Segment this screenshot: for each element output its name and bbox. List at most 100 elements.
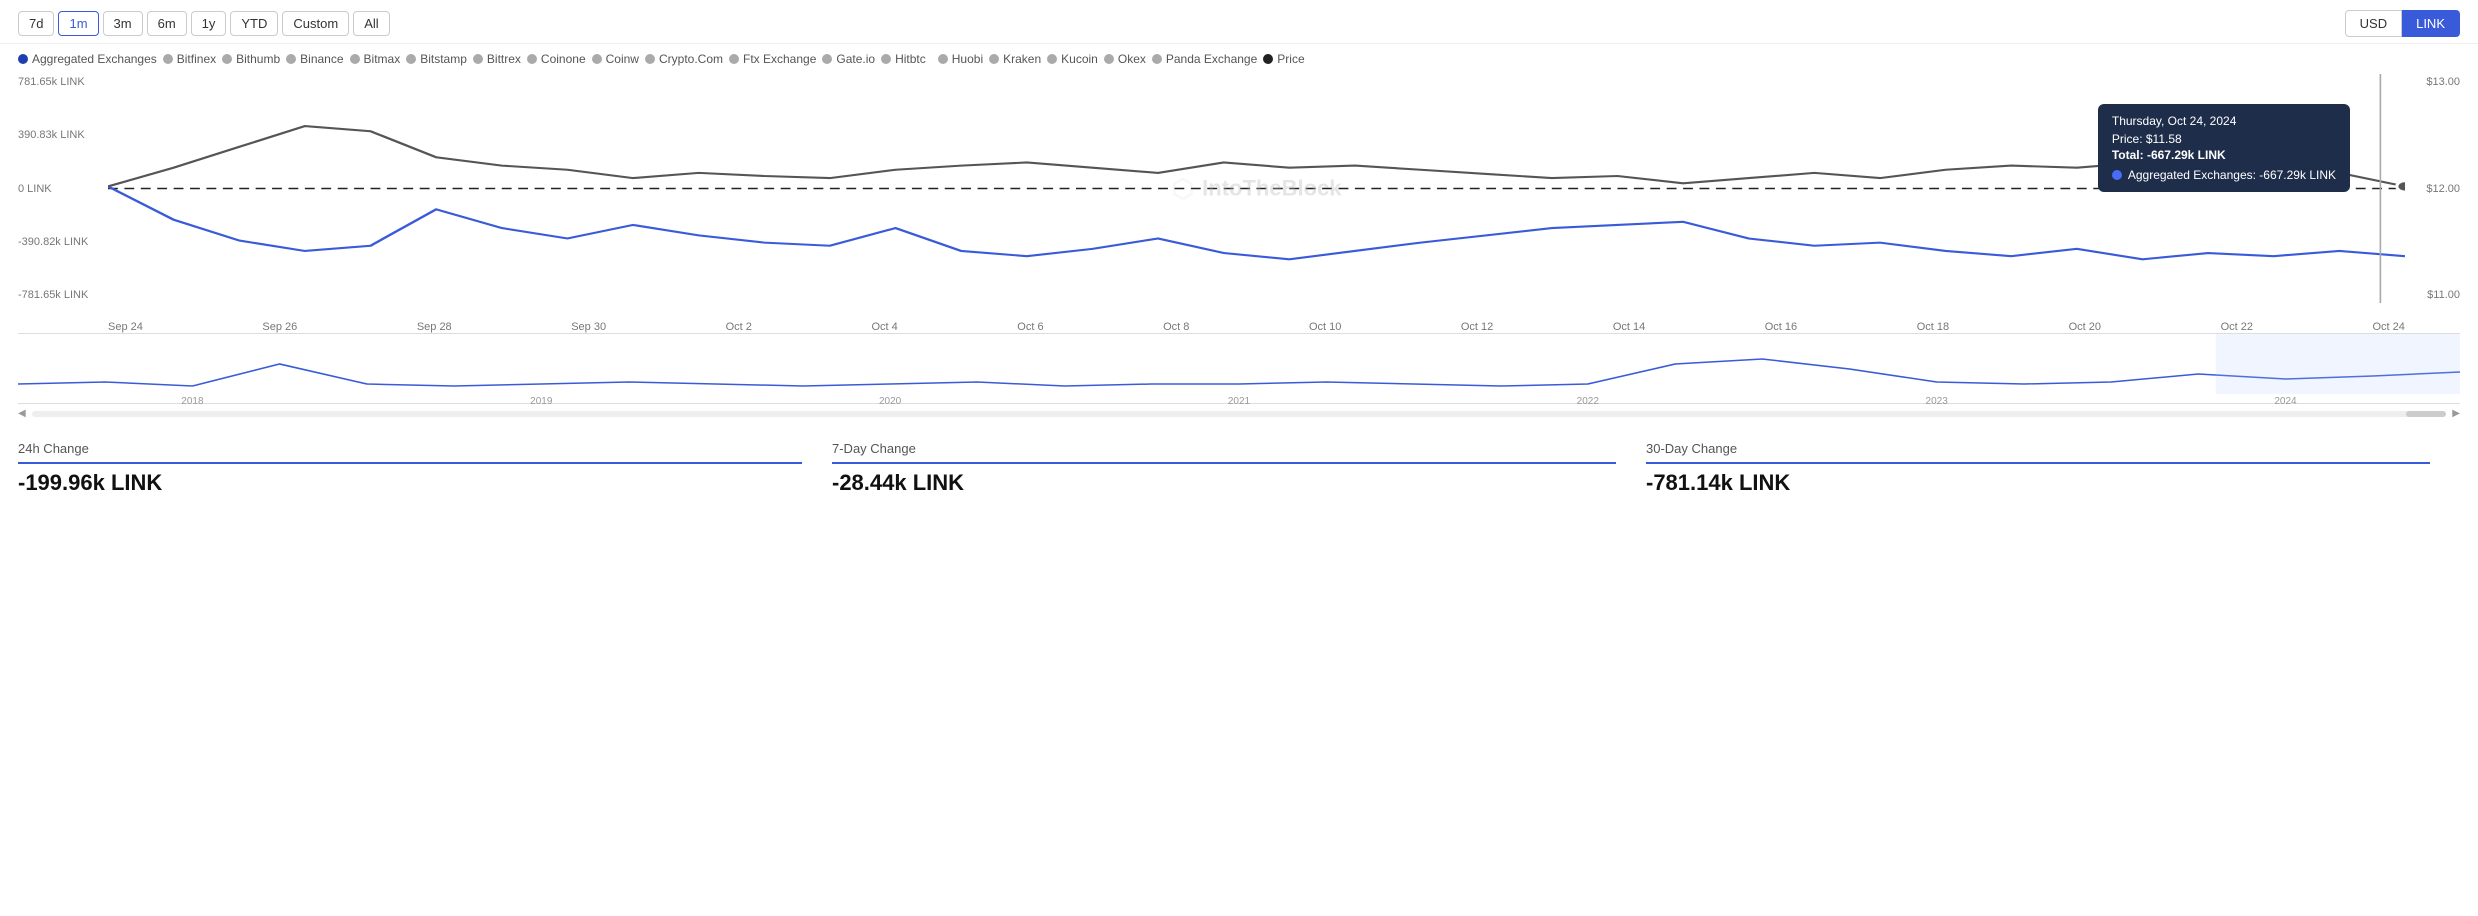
mini-chart: 2018 2019 2020 2021 2022 2023 2024	[18, 334, 2460, 404]
scroll-thumb[interactable]	[2406, 411, 2446, 417]
x-label-5: Oct 4	[871, 321, 897, 333]
legend-dot-panda	[1152, 54, 1162, 64]
stat-30d-value: -781.14k LINK	[1646, 470, 2430, 496]
legend-huobi[interactable]: Huobi	[938, 52, 983, 66]
btn-ytd[interactable]: YTD	[230, 11, 278, 36]
legend-label-bittrex: Bittrex	[487, 52, 521, 66]
legend-label-price: Price	[1277, 52, 1304, 66]
x-label-3: Sep 30	[571, 321, 606, 333]
y-label-r1: $12.00	[2405, 183, 2460, 195]
stat-7d-value: -28.44k LINK	[832, 470, 1616, 496]
y-label-3: -390.82k LINK	[18, 236, 108, 248]
btn-usd[interactable]: USD	[2345, 10, 2402, 37]
scroll-track[interactable]	[32, 411, 2447, 417]
legend-kraken[interactable]: Kraken	[989, 52, 1041, 66]
legend-label-bithumb: Bithumb	[236, 52, 280, 66]
tooltip-box: Thursday, Oct 24, 2024 Price: $11.58 Tot…	[2098, 104, 2350, 192]
legend-aggregated[interactable]: Aggregated Exchanges	[18, 52, 157, 66]
legend-price[interactable]: Price	[1263, 52, 1304, 66]
mini-x-2022: 2022	[1577, 396, 1599, 407]
time-buttons: 7d 1m 3m 6m 1y YTD Custom All	[18, 11, 390, 36]
scroll-left-arrow[interactable]: ◀	[18, 408, 26, 419]
legend-label-hitbtc: Hitbtc	[895, 52, 926, 66]
x-label-7: Oct 8	[1163, 321, 1189, 333]
btn-6m[interactable]: 6m	[147, 11, 187, 36]
legend-label-bitmax: Bitmax	[364, 52, 401, 66]
btn-7d[interactable]: 7d	[18, 11, 54, 36]
legend-dot-bitmax	[350, 54, 360, 64]
x-label-6: Oct 6	[1017, 321, 1043, 333]
legend-dot-bitfinex	[163, 54, 173, 64]
legend-ftx[interactable]: Ftx Exchange	[729, 52, 816, 66]
x-label-13: Oct 20	[2069, 321, 2101, 333]
legend-dot-gateio	[822, 54, 832, 64]
legend-bitfinex[interactable]: Bitfinex	[163, 52, 216, 66]
x-label-1: Sep 26	[262, 321, 297, 333]
stat-30d: 30-Day Change -781.14k LINK	[1646, 441, 2460, 496]
tooltip-price: Price: $11.58	[2112, 132, 2336, 146]
btn-custom[interactable]: Custom	[282, 11, 349, 36]
mini-x-2019: 2019	[530, 396, 552, 407]
legend-label-cryptocom: Crypto.Com	[659, 52, 723, 66]
legend-label-aggregated: Aggregated Exchanges	[32, 52, 157, 66]
legend-coinone[interactable]: Coinone	[527, 52, 586, 66]
x-label-11: Oct 16	[1765, 321, 1797, 333]
btn-link[interactable]: LINK	[2402, 10, 2460, 37]
legend-label-panda: Panda Exchange	[1166, 52, 1257, 66]
legend-dot-kucoin	[1047, 54, 1057, 64]
tooltip-exchange-line: Aggregated Exchanges: -667.29k LINK	[2112, 168, 2336, 182]
legend-dot-huobi	[938, 54, 948, 64]
legend-label-coinw: Coinw	[606, 52, 639, 66]
legend-okex[interactable]: Okex	[1104, 52, 1146, 66]
legend-dot-price	[1263, 54, 1273, 64]
mini-x-2018: 2018	[181, 396, 203, 407]
stat-7d: 7-Day Change -28.44k LINK	[832, 441, 1646, 496]
y-label-r0: $13.00	[2405, 76, 2460, 88]
x-label-4: Oct 2	[726, 321, 752, 333]
y-label-2: 0 LINK	[18, 183, 108, 195]
legend-dot-cryptocom	[645, 54, 655, 64]
x-labels: Sep 24 Sep 26 Sep 28 Sep 30 Oct 2 Oct 4 …	[108, 321, 2405, 333]
legend-label-huobi: Huobi	[952, 52, 983, 66]
stat-24h-value: -199.96k LINK	[18, 470, 802, 496]
currency-buttons: USD LINK	[2345, 10, 2460, 37]
legend-coinw[interactable]: Coinw	[592, 52, 639, 66]
stat-7d-label: 7-Day Change	[832, 441, 1616, 464]
legend-label-kraken: Kraken	[1003, 52, 1041, 66]
mini-x-2023: 2023	[1926, 396, 1948, 407]
legend-bittrex[interactable]: Bittrex	[473, 52, 521, 66]
tooltip-exchange: Aggregated Exchanges: -667.29k LINK	[2128, 168, 2336, 182]
legend-label-binance: Binance	[300, 52, 343, 66]
legend-label-coinone: Coinone	[541, 52, 586, 66]
x-label-2: Sep 28	[417, 321, 452, 333]
main-chart: 781.65k LINK 390.83k LINK 0 LINK -390.82…	[18, 74, 2460, 334]
legend-label-bitfinex: Bitfinex	[177, 52, 216, 66]
btn-1y[interactable]: 1y	[191, 11, 227, 36]
legend-dot-hitbtc	[881, 54, 891, 64]
stats-bar: 24h Change -199.96k LINK 7-Day Change -2…	[0, 423, 2478, 506]
btn-1m[interactable]: 1m	[58, 11, 98, 36]
scroll-right-arrow[interactable]: ▶	[2452, 408, 2460, 419]
legend-bitmax[interactable]: Bitmax	[350, 52, 401, 66]
legend-dot-bittrex	[473, 54, 483, 64]
mini-x-labels: 2018 2019 2020 2021 2022 2023 2024	[18, 394, 2460, 409]
btn-3m[interactable]: 3m	[103, 11, 143, 36]
chart-plot: ⬡ IntoTheBlock Thursday, Oct 24, 2024 Pr…	[108, 74, 2405, 303]
legend-hitbtc[interactable]: Hitbtc	[881, 52, 926, 66]
x-label-12: Oct 18	[1917, 321, 1949, 333]
legend-label-kucoin: Kucoin	[1061, 52, 1098, 66]
mini-chart-svg	[18, 334, 2460, 394]
legend-label-ftx: Ftx Exchange	[743, 52, 816, 66]
legend-bitstamp[interactable]: Bitstamp	[406, 52, 467, 66]
legend-gateio[interactable]: Gate.io	[822, 52, 875, 66]
legend-binance[interactable]: Binance	[286, 52, 343, 66]
legend-panda[interactable]: Panda Exchange	[1152, 52, 1257, 66]
legend-bithumb[interactable]: Bithumb	[222, 52, 280, 66]
x-label-0: Sep 24	[108, 321, 143, 333]
legend-cryptocom[interactable]: Crypto.Com	[645, 52, 723, 66]
y-label-4: -781.65k LINK	[18, 289, 108, 301]
btn-all[interactable]: All	[353, 11, 389, 36]
stat-24h: 24h Change -199.96k LINK	[18, 441, 832, 496]
x-label-14: Oct 22	[2221, 321, 2253, 333]
legend-kucoin[interactable]: Kucoin	[1047, 52, 1098, 66]
